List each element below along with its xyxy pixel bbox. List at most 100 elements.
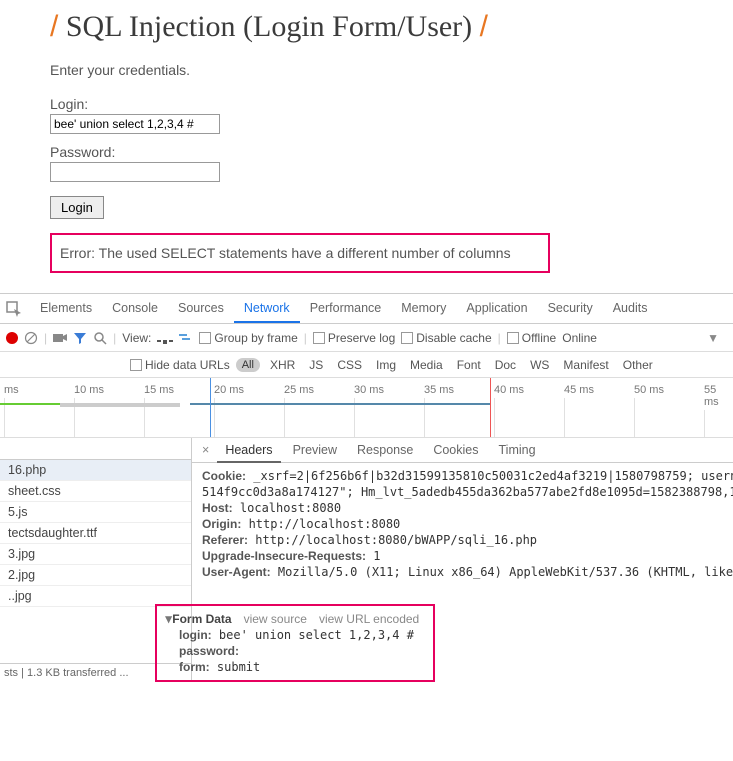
network-toolbar: | | View: Group by frame | Preserve log …: [0, 324, 733, 352]
form-data-section: Form Data: [172, 612, 231, 626]
slash-icon: /: [50, 10, 58, 43]
filter-icon[interactable]: [73, 331, 87, 345]
inspect-icon[interactable]: [6, 301, 22, 317]
disable-cache-checkbox[interactable]: [401, 332, 413, 344]
header-value: 1: [373, 549, 380, 563]
tab-headers[interactable]: Headers: [217, 438, 280, 463]
filter-xhr[interactable]: XHR: [266, 358, 299, 372]
tick-label: 30 ms: [354, 384, 384, 396]
camera-icon[interactable]: [53, 332, 67, 343]
tick-label: 50 ms: [634, 384, 664, 396]
filter-other[interactable]: Other: [619, 358, 657, 372]
filter-manifest[interactable]: Manifest: [559, 358, 612, 372]
tick-label: ms: [4, 384, 19, 396]
tab-application[interactable]: Application: [456, 294, 537, 323]
tab-timing[interactable]: Timing: [491, 438, 544, 463]
form-value: submit: [217, 660, 260, 674]
group-by-frame-label: Group by frame: [214, 331, 297, 345]
tab-console[interactable]: Console: [102, 294, 168, 323]
tick-label: 45 ms: [564, 384, 594, 396]
form-key: form:: [179, 660, 210, 674]
request-row[interactable]: 5.js: [0, 502, 191, 523]
form-data-highlight: ▼Form Dataview sourceview URL encoded lo…: [155, 604, 435, 682]
request-row[interactable]: 3.jpg: [0, 544, 191, 565]
header-value: _xsrf=2|6f256b6f|b32d31599135810c50031c2…: [253, 469, 733, 483]
filter-all[interactable]: All: [236, 358, 260, 372]
preserve-log-label: Preserve log: [328, 331, 395, 345]
filter-img[interactable]: Img: [372, 358, 400, 372]
group-by-frame-checkbox[interactable]: [199, 332, 211, 344]
password-input[interactable]: [50, 162, 220, 182]
filter-js[interactable]: JS: [305, 358, 327, 372]
filter-bar: Hide data URLs All XHR JS CSS Img Media …: [0, 352, 733, 378]
network-timeline[interactable]: ms 10 ms 15 ms 20 ms 25 ms 30 ms 35 ms 4…: [0, 378, 733, 438]
hide-data-urls-label: Hide data URLs: [145, 358, 230, 372]
slash-icon: /: [480, 10, 488, 43]
tab-memory[interactable]: Memory: [391, 294, 456, 323]
login-label: Login:: [50, 96, 683, 112]
header-value: 514f9cc0d3a8a174127"; Hm_lvt_5adedb455da…: [202, 485, 733, 499]
header-value: Mozilla/5.0 (X11; Linux x86_64) AppleWeb…: [278, 565, 733, 579]
disable-cache-label: Disable cache: [416, 331, 491, 345]
view-label: View:: [122, 331, 151, 345]
request-row[interactable]: 16.php: [0, 460, 191, 481]
request-row[interactable]: sheet.css: [0, 481, 191, 502]
tab-network[interactable]: Network: [234, 294, 300, 323]
close-icon[interactable]: ×: [198, 443, 213, 457]
request-row[interactable]: 2.jpg: [0, 565, 191, 586]
login-button[interactable]: Login: [50, 196, 104, 219]
header-value: localhost:8080: [240, 501, 341, 515]
chevron-down-icon[interactable]: ▼: [707, 331, 719, 345]
tick-label: 10 ms: [74, 384, 104, 396]
header-key: Upgrade-Insecure-Requests:: [202, 549, 366, 563]
tick-label: 55 ms: [704, 384, 719, 408]
header-key: Cookie:: [202, 469, 246, 483]
tick-label: 25 ms: [284, 384, 314, 396]
hide-data-urls-checkbox[interactable]: [130, 359, 142, 371]
filter-media[interactable]: Media: [406, 358, 447, 372]
tab-audits[interactable]: Audits: [603, 294, 658, 323]
preserve-log-checkbox[interactable]: [313, 332, 325, 344]
tick-label: 40 ms: [494, 384, 524, 396]
filter-doc[interactable]: Doc: [491, 358, 520, 372]
tab-security[interactable]: Security: [538, 294, 603, 323]
online-dropdown[interactable]: Online: [562, 331, 597, 345]
form-value: bee' union select 1,2,3,4 #: [219, 628, 414, 642]
devtools-panel: Elements Console Sources Network Perform…: [0, 293, 733, 682]
record-icon[interactable]: [6, 332, 18, 344]
login-input[interactable]: [50, 114, 220, 134]
header-key: Host:: [202, 501, 233, 515]
filter-css[interactable]: CSS: [333, 358, 366, 372]
clear-icon[interactable]: [24, 331, 38, 345]
list-view-icon[interactable]: [157, 331, 173, 345]
form-key: login:: [179, 628, 212, 642]
request-row[interactable]: tectsdaughter.ttf: [0, 523, 191, 544]
devtools-tabs: Elements Console Sources Network Perform…: [30, 294, 657, 323]
tab-performance[interactable]: Performance: [300, 294, 392, 323]
password-label: Password:: [50, 144, 683, 160]
error-message: Error: The used SELECT statements have a…: [50, 233, 550, 273]
offline-checkbox[interactable]: [507, 332, 519, 344]
filter-font[interactable]: Font: [453, 358, 485, 372]
title-text: SQL Injection (Login Form/User): [66, 10, 472, 43]
header-key: Referer:: [202, 533, 248, 547]
form-key: password:: [179, 644, 239, 658]
waterfall-view-icon[interactable]: [179, 333, 193, 343]
credentials-prompt: Enter your credentials.: [50, 62, 683, 78]
tab-response[interactable]: Response: [349, 438, 421, 463]
tab-sources[interactable]: Sources: [168, 294, 234, 323]
view-url-encoded-link[interactable]: view URL encoded: [319, 612, 419, 626]
page-title: / SQL Injection (Login Form/User) /: [50, 10, 683, 44]
filter-ws[interactable]: WS: [526, 358, 553, 372]
view-source-link[interactable]: view source: [244, 612, 307, 626]
search-icon[interactable]: [93, 331, 107, 345]
header-key: User-Agent:: [202, 565, 271, 579]
tick-label: 20 ms: [214, 384, 244, 396]
tab-cookies[interactable]: Cookies: [425, 438, 486, 463]
offline-label: Offline: [522, 331, 556, 345]
header-key: Origin:: [202, 517, 241, 531]
tick-label: 15 ms: [144, 384, 174, 396]
tick-label: 35 ms: [424, 384, 454, 396]
tab-preview[interactable]: Preview: [285, 438, 345, 463]
tab-elements[interactable]: Elements: [30, 294, 102, 323]
